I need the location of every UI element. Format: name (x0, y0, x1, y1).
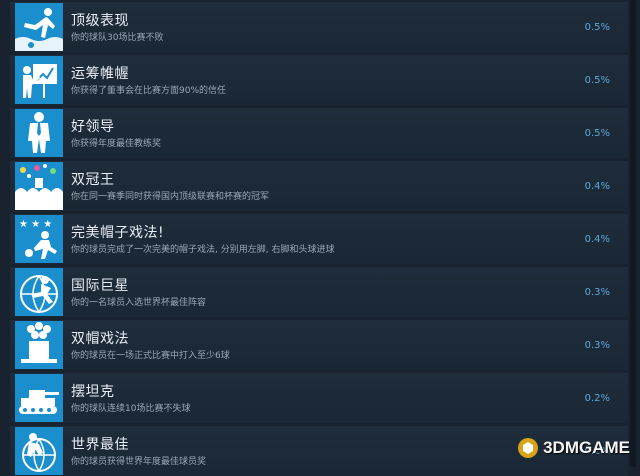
unlock-percentage: 0.3% (584, 287, 610, 298)
unlock-percentage: 0.5% (584, 22, 610, 33)
achievement-row[interactable]: 运筹帷幄 你获得了董事会在比赛方面90%的信任 0.5% (10, 55, 628, 105)
achievement-description: 你的球队连续10场比赛不失球 (71, 404, 191, 414)
tank-icon (15, 374, 63, 422)
achievement-description: 你的球员获得世界年度最佳球员奖 (71, 457, 207, 467)
world-player-icon (15, 427, 63, 475)
achievement-title: 双帽戏法 (71, 331, 129, 347)
achievement-title: 顶级表现 (71, 13, 129, 29)
watermark-text: 3DMGAME (543, 438, 630, 457)
unlock-percentage: 0.5% (584, 128, 610, 139)
svg-text:★ ★ ★: ★ ★ ★ (19, 219, 52, 230)
achievement-row[interactable]: 摆坦克 你的球队连续10场比赛不失球 0.2% (10, 373, 628, 423)
manager-suit-icon (15, 109, 63, 157)
scrollbar[interactable] (630, 0, 636, 467)
achievement-row[interactable]: ★ ★ ★ 完美帽子戏法! 你的球员完成了一次完美的帽子戏法, 分别用左脚, 右… (10, 214, 628, 264)
celebration-crowd-icon (15, 162, 63, 210)
achievement-row[interactable]: 好领导 你获得年度最佳教练奖 0.5% (10, 108, 628, 158)
unlock-percentage: 0.2% (584, 393, 610, 404)
achievement-row[interactable]: 国际巨星 你的一名球员入选世界杯最佳阵容 0.3% (10, 267, 628, 317)
achievement-description: 你获得了董事会在比赛方面90%的信任 (71, 86, 227, 96)
achievement-description: 你在同一赛季同时获得国内顶级联赛和杯赛的冠军 (71, 192, 270, 202)
achievement-row[interactable]: 顶级表现 你的球队30场比赛不败 0.5% (10, 2, 628, 52)
unlock-percentage: 0.5% (584, 75, 610, 86)
achievement-title: 世界最佳 (71, 437, 129, 453)
achievement-description: 你的球队30场比赛不败 (71, 33, 164, 43)
achievement-description: 你获得年度最佳教练奖 (71, 139, 162, 149)
tactics-board-icon (15, 56, 63, 104)
hat-balls-icon (15, 321, 63, 369)
unlock-percentage: 0.3% (584, 340, 610, 351)
globe-star-icon (15, 268, 63, 316)
dive-player-icon (15, 3, 63, 51)
unlock-percentage: 0.4% (584, 234, 610, 245)
three-stars-kick-icon: ★ ★ ★ (15, 215, 63, 263)
achievement-title: 摆坦克 (71, 384, 115, 400)
3dmgame-logo-icon (518, 438, 539, 458)
watermark: 3DMGAME (517, 437, 630, 459)
achievement-description: 你的球员在一场正式比赛中打入至少6球 (71, 351, 230, 361)
achievement-row[interactable]: 双帽戏法 你的球员在一场正式比赛中打入至少6球 0.3% (10, 320, 628, 370)
achievement-description: 你的球员完成了一次完美的帽子戏法, 分别用左脚, 右脚和头球进球 (71, 245, 335, 255)
achievement-title: 国际巨星 (71, 278, 129, 294)
achievement-row[interactable]: 双冠王 你在同一赛季同时获得国内顶级联赛和杯赛的冠军 0.4% (10, 161, 628, 211)
unlock-percentage: 0.4% (584, 181, 610, 192)
achievement-title: 完美帽子戏法! (71, 225, 165, 241)
achievement-description: 你的一名球员入选世界杯最佳阵容 (71, 298, 207, 308)
achievement-title: 双冠王 (71, 172, 115, 188)
achievement-title: 好领导 (71, 119, 115, 135)
achievement-title: 运筹帷幄 (71, 66, 129, 82)
